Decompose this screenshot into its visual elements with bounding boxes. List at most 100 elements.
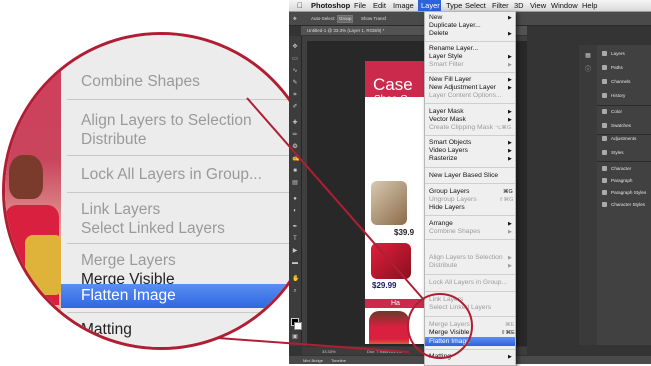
pen-tool-icon[interactable]: ✒ (292, 224, 298, 230)
eraser-tool-icon[interactable]: ■ (292, 168, 298, 174)
background-color-swatch[interactable] (294, 322, 302, 330)
paths-icon (602, 65, 607, 70)
show-transform-label[interactable]: Show Transf (361, 16, 386, 21)
menu-file[interactable]: File (354, 1, 366, 10)
menu-view[interactable]: View (530, 1, 546, 10)
crop-tool-icon[interactable]: ⌗ (292, 92, 298, 98)
panel-adjustments[interactable]: Adjustments (597, 132, 651, 146)
layers-icon (602, 51, 607, 56)
submenu-arrow-icon: ▶ (508, 85, 512, 91)
path-select-tool-icon[interactable]: ▶ (292, 248, 298, 254)
menu-separator (425, 183, 515, 184)
model-image (369, 311, 409, 344)
menu-edit[interactable]: Edit (373, 1, 386, 10)
shortcut-clipping-mask: ⌥⌘G (495, 125, 512, 131)
menu-window[interactable]: Window (551, 1, 578, 10)
quick-mask-icon[interactable]: ▣ (292, 334, 298, 340)
menu-layer[interactable]: Layer (421, 1, 440, 10)
shape-tool-icon[interactable]: ▬ (292, 260, 298, 266)
marquee-tool-icon[interactable]: ▭ (292, 56, 298, 62)
quick-select-tool-icon[interactable]: ✎ (292, 80, 298, 86)
tab-mini-bridge[interactable]: Mini Bridge (303, 358, 323, 363)
submenu-arrow-icon: ▶ (508, 263, 512, 269)
info-panel-icon[interactable]: ⓘ (585, 67, 591, 73)
menu-item-new[interactable]: New (429, 14, 442, 21)
menu-separator (425, 291, 515, 292)
menu-item-arrange[interactable]: Arrange (429, 220, 453, 227)
menu-separator (425, 239, 515, 240)
menu-item-duplicate-layer[interactable]: Duplicate Layer... (429, 22, 481, 29)
ruler-vertical (302, 36, 307, 346)
menu-item-rasterize[interactable]: Rasterize (429, 155, 457, 162)
submenu-arrow-icon: ▶ (508, 140, 512, 146)
panel-character-styles[interactable]: Character Styles (597, 198, 651, 212)
price-label-1: $39.9 (394, 228, 415, 237)
document-band-text: Ha (391, 300, 400, 307)
document-tab-label: Untitled-1 @ 33.3% (Layer 1, RGB/8) * (307, 28, 385, 33)
character-icon (602, 166, 607, 171)
apple-icon[interactable]:  (297, 1, 303, 10)
blur-tool-icon[interactable]: ● (292, 196, 298, 202)
menu-item-vector-mask[interactable]: Vector Mask (429, 116, 466, 123)
menu-separator (425, 41, 515, 42)
menu-item-hide-layers[interactable]: Hide Layers (429, 204, 465, 211)
panel-color[interactable]: Color (597, 105, 651, 119)
menu-filter[interactable]: Filter (492, 1, 509, 10)
shortcut-merge-visible: ⇧⌘E (501, 330, 515, 336)
mag-combine-shapes: Combine Shapes (81, 73, 200, 90)
menu-item-layer-content-options: Layer Content Options... (429, 92, 502, 99)
mag-separator (67, 243, 317, 244)
menu-item-layer-style[interactable]: Layer Style (429, 53, 462, 60)
menu-item-smart-objects[interactable]: Smart Objects (429, 139, 471, 146)
menu-image[interactable]: Image (393, 1, 414, 10)
panel-channels[interactable]: Channels (597, 75, 651, 89)
menu-select[interactable]: Select (465, 1, 486, 10)
type-tool-icon[interactable]: T (292, 236, 298, 242)
menu-separator (425, 215, 515, 216)
gradient-tool-icon[interactable]: ▤ (292, 180, 298, 186)
menu-item-new-adjustment-layer[interactable]: New Adjustment Layer (429, 84, 496, 91)
menu-help[interactable]: Help (582, 1, 597, 10)
panel-paths[interactable]: Paths (597, 61, 651, 75)
menu-item-video-layers[interactable]: Video Layers (429, 147, 468, 154)
panel-swatches[interactable]: Swatches (597, 119, 651, 133)
menu-item-layer-mask[interactable]: Layer Mask (429, 108, 464, 115)
submenu-arrow-icon: ▶ (508, 77, 512, 83)
mag-separator (67, 192, 317, 193)
menu-separator (425, 274, 515, 275)
magnified-bag (25, 235, 63, 295)
menu-item-new-layer-based-slice[interactable]: New Layer Based Slice (429, 172, 498, 179)
zoom-tool-icon[interactable]: ⌕ (292, 288, 298, 294)
lasso-tool-icon[interactable]: ∿ (292, 68, 298, 74)
hand-tool-icon[interactable]: ✋ (292, 276, 299, 282)
menu-item-new-fill-layer[interactable]: New Fill Layer (429, 76, 471, 83)
menu-type[interactable]: Type (446, 1, 462, 10)
panel-layers[interactable]: Layers (597, 47, 651, 61)
menubar-app-name[interactable]: Photoshop (311, 1, 350, 10)
brush-tool-icon[interactable]: ✏ (292, 132, 298, 138)
menu-item-combine-shapes: Combine Shapes (429, 228, 481, 235)
panel-toggle-icon[interactable]: ▦ (585, 53, 591, 59)
menu-item-lock-all-layers: Lock All Layers in Group... (429, 279, 508, 286)
menu-item-rename-layer[interactable]: Rename Layer... (429, 45, 478, 52)
dodge-tool-icon[interactable]: ◐ (292, 208, 298, 214)
menu-item-create-clipping-mask: Create Clipping Mask (429, 124, 493, 131)
history-brush-icon[interactable]: ✍ (292, 156, 299, 162)
mag-matting: Matting (81, 321, 132, 338)
healing-tool-icon[interactable]: ✚ (292, 120, 298, 126)
shoe-image-2 (371, 243, 411, 279)
menu-separator (425, 135, 515, 136)
tab-timeline[interactable]: Timeline (331, 358, 346, 363)
menu-item-group-layers[interactable]: Group Layers (429, 188, 470, 195)
move-tool-icon[interactable]: ✥ (293, 16, 297, 22)
move-tool-icon[interactable]: ✥ (292, 44, 298, 50)
menu-3d[interactable]: 3D (514, 1, 524, 10)
styles-icon (602, 150, 607, 155)
submenu-arrow-icon: ▶ (508, 354, 512, 360)
eyedropper-tool-icon[interactable]: ✐ (292, 104, 298, 110)
panel-styles[interactable]: Styles (597, 146, 651, 160)
menu-item-delete[interactable]: Delete (429, 30, 448, 37)
zoom-level[interactable]: 33.33% (322, 349, 336, 354)
stamp-tool-icon[interactable]: ❂ (292, 144, 298, 150)
panel-history[interactable]: History (597, 89, 651, 103)
